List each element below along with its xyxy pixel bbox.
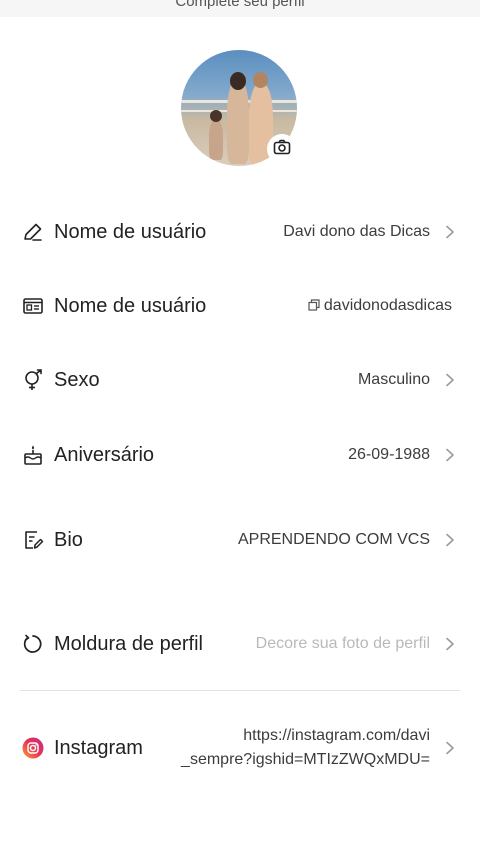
chevron-right-icon	[444, 448, 456, 462]
birthday-row[interactable]: Aniversário 26-09-1988	[0, 435, 480, 475]
birthday-label: Aniversário	[54, 443, 155, 466]
birthday-value: 26-09-1988	[348, 446, 430, 463]
username-label: Nome de usuário	[54, 294, 207, 317]
instagram-label: Instagram	[54, 736, 143, 759]
bio-value: APRENDENDO COM VCS	[237, 531, 430, 548]
instagram-value: https://instagram.com/davi _sempre?igshi…	[160, 724, 430, 772]
header-bar: Complete seu perfil	[0, 0, 480, 17]
chevron-right-icon	[444, 373, 456, 387]
pencil-icon	[22, 221, 44, 243]
chevron-right-icon	[444, 533, 456, 547]
profile-frame-label: Moldura de perfil	[54, 632, 203, 655]
chevron-right-icon	[444, 741, 456, 755]
edit-note-icon	[22, 529, 44, 551]
gender-row[interactable]: Sexo Masculino	[0, 360, 480, 400]
username-value-wrap: davidonodasdicas	[308, 297, 452, 316]
gender-label: Sexo	[54, 368, 100, 391]
gender-value: Masculino	[357, 371, 430, 388]
username-value: davidonodasdicas	[323, 296, 452, 314]
display-name-label: Nome de usuário	[54, 220, 207, 243]
camera-icon	[273, 139, 291, 160]
profile-photo[interactable]	[181, 50, 299, 168]
refresh-circle-icon	[22, 633, 44, 655]
copy-icon[interactable]	[308, 298, 320, 316]
profile-frame-row[interactable]: Moldura de perfil Decore sua foto de per…	[0, 624, 480, 664]
change-photo-button[interactable]	[267, 134, 297, 164]
instagram-url-line1: https://instagram.com/davi	[243, 727, 430, 744]
page-title: Complete seu perfil	[175, 0, 305, 10]
chevron-right-icon	[444, 637, 456, 651]
section-divider	[20, 690, 460, 691]
profile-frame-placeholder: Decore sua foto de perfil	[255, 635, 430, 652]
cake-icon	[22, 444, 44, 466]
id-card-icon	[22, 295, 44, 317]
gender-icon	[22, 369, 44, 391]
instagram-icon	[22, 737, 44, 759]
display-name-row[interactable]: Nome de usuário Davi dono das Dicas	[0, 212, 480, 252]
username-row[interactable]: Nome de usuário davidonodasdicas	[0, 286, 480, 326]
display-name-value: Davi dono das Dicas	[283, 223, 430, 240]
bio-label: Bio	[54, 528, 83, 551]
instagram-url-line2: _sempre?igshid=MTIzZWQxMDU=	[181, 751, 430, 768]
chevron-right-icon	[444, 225, 456, 239]
bio-row[interactable]: Bio APRENDENDO COM VCS	[0, 520, 480, 560]
